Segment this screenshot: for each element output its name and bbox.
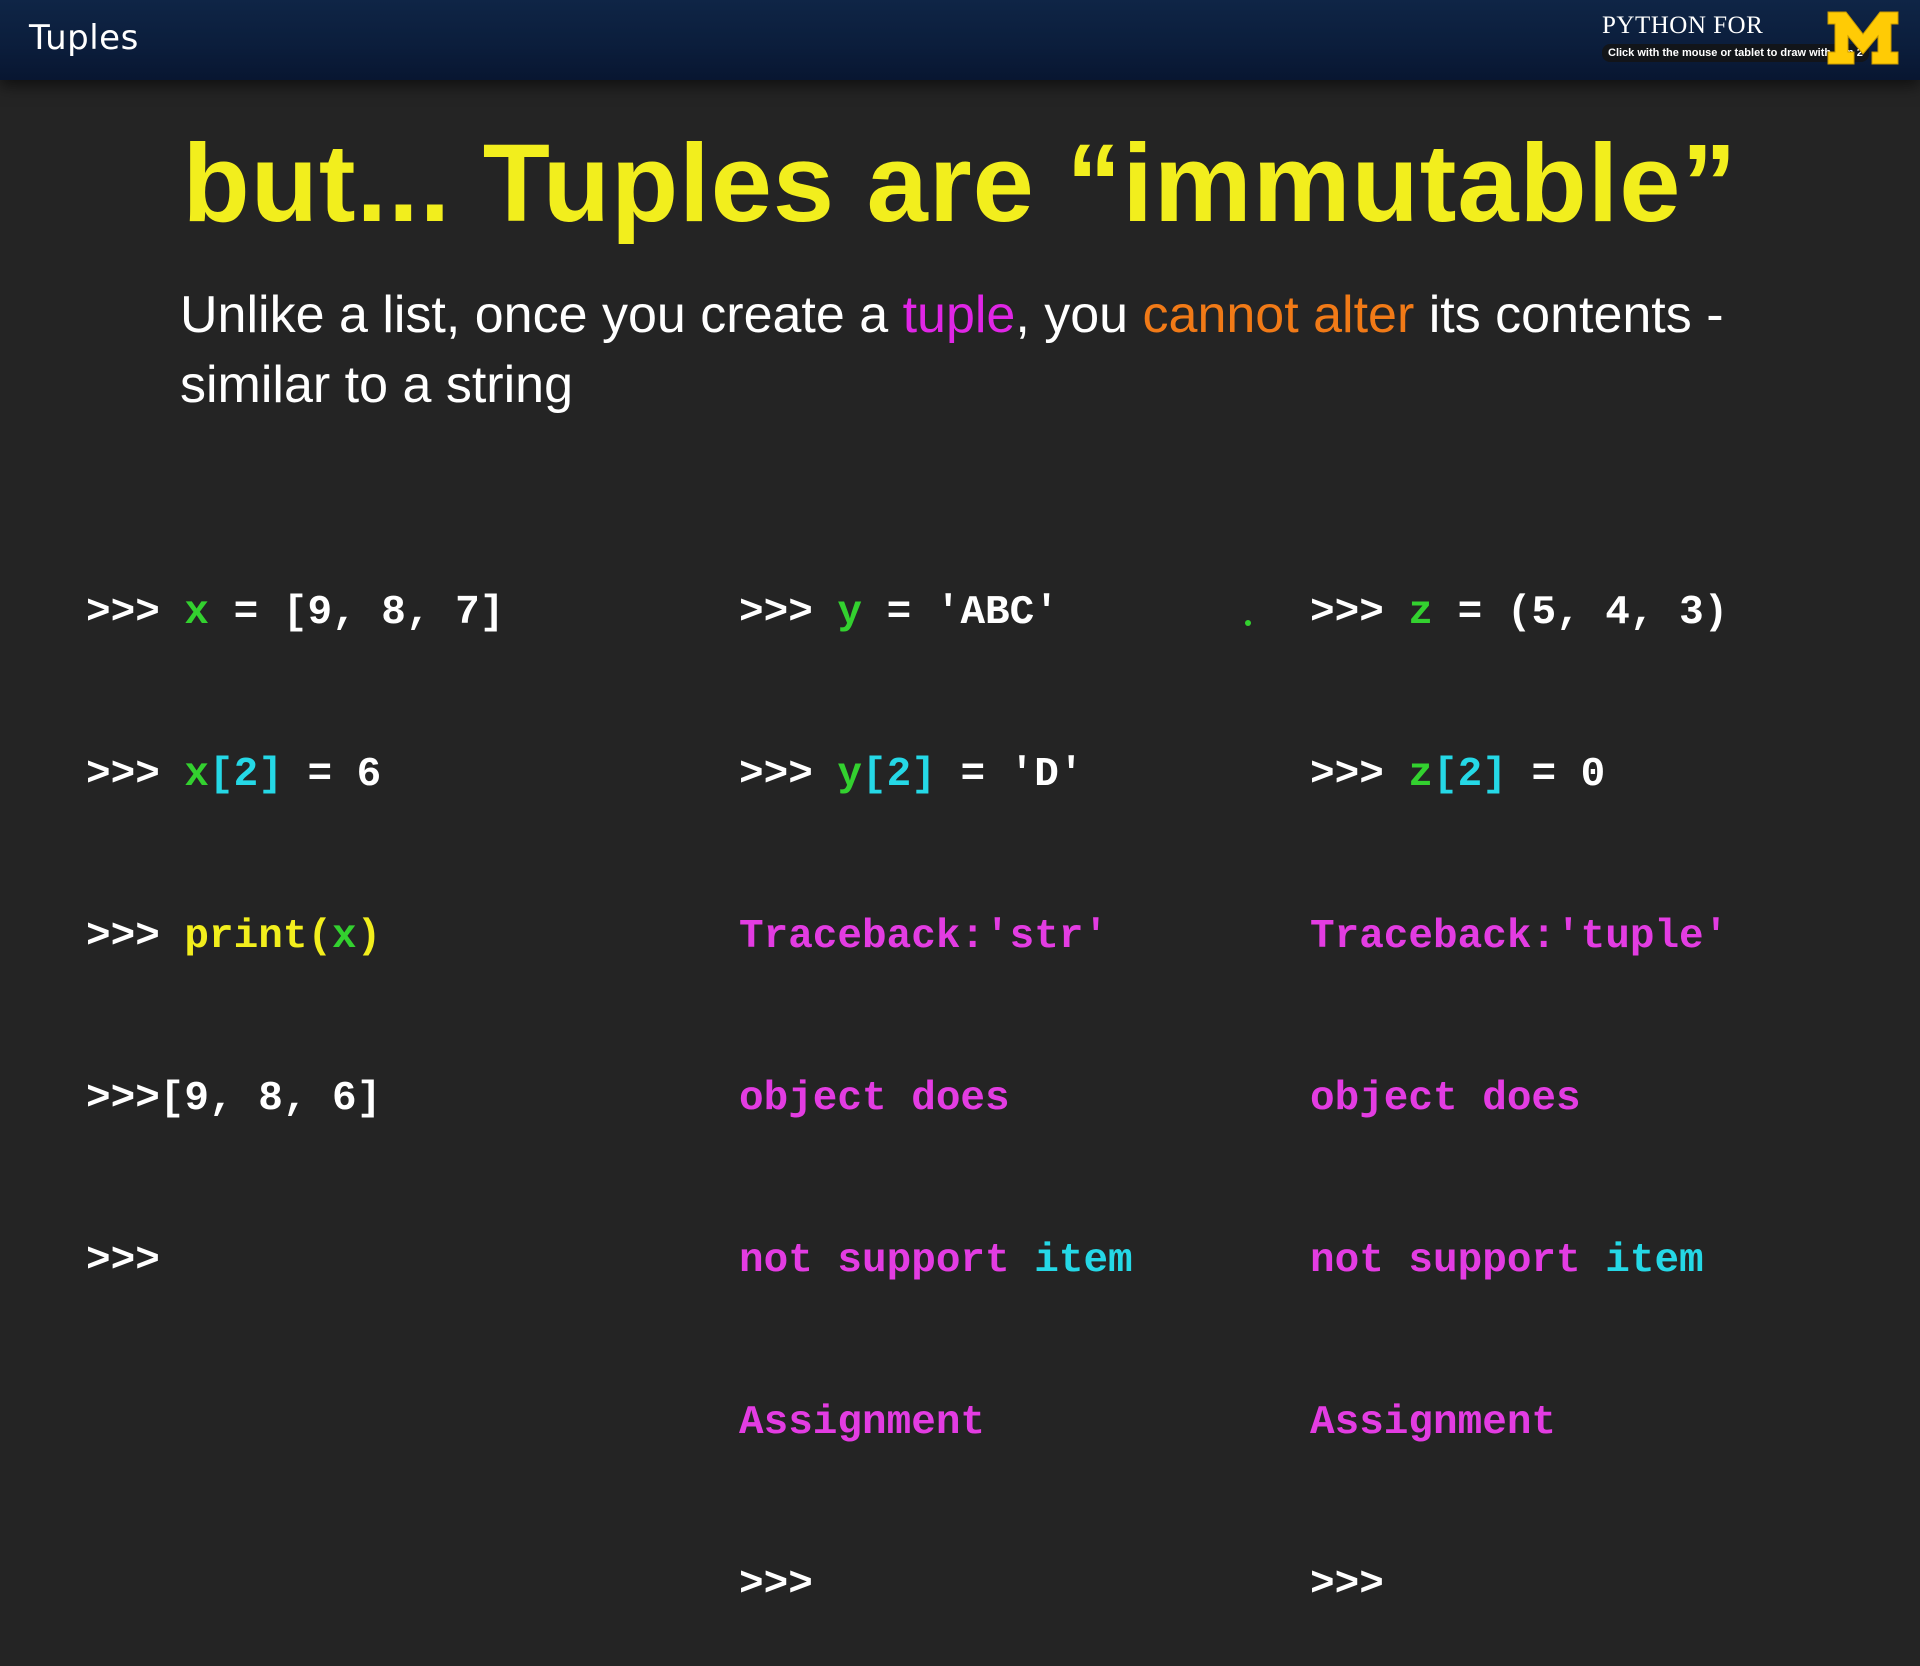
code-line: >>> x[2] = 6 bbox=[86, 752, 382, 798]
tuple-highlight: tuple bbox=[902, 286, 1016, 344]
brand-block: PYTHON FOR Click with the mouse or table… bbox=[1602, 8, 1902, 74]
code-line: >>> z[2] = 0 bbox=[1310, 752, 1606, 798]
code-line: >>> bbox=[739, 1562, 813, 1608]
top-bar: Tuples PYTHON FOR Click with the mouse o… bbox=[0, 0, 1920, 80]
slide-headline: but... Tuples are “immutable” bbox=[182, 122, 1738, 245]
code-list-example: >>> x = [9, 8, 7] >>> x[2] = 6 >>> print… bbox=[86, 478, 504, 1342]
topic-title: Tuples bbox=[29, 18, 139, 58]
brand-text: PYTHON FOR bbox=[1602, 12, 1764, 39]
code-line: Assignment bbox=[1310, 1400, 1557, 1446]
code-line: >>> bbox=[86, 1238, 160, 1284]
subtitle-text-2: , you bbox=[1015, 286, 1143, 344]
slide-subtitle: Unlike a list, once you create a tuple, … bbox=[180, 280, 1800, 420]
code-line: >>> z = (5, 4, 3) bbox=[1310, 590, 1729, 636]
code-line: >>> y = 'ABC' bbox=[739, 590, 1059, 636]
code-line: not support item bbox=[739, 1238, 1133, 1284]
code-line: >>> y[2] = 'D' bbox=[739, 752, 1084, 798]
code-line: Assignment bbox=[739, 1400, 986, 1446]
code-string-example: >>> y = 'ABC' >>> y[2] = 'D' Traceback:'… bbox=[739, 478, 1133, 1666]
cannot-alter-highlight: cannot alter bbox=[1142, 286, 1415, 344]
code-line: not support item bbox=[1310, 1238, 1704, 1284]
code-line: >>> print(x) bbox=[86, 914, 382, 960]
subtitle-text-1: Unlike a list, once you create a bbox=[180, 286, 903, 344]
code-line: Traceback:'tuple' bbox=[1310, 914, 1729, 960]
code-line: >>> x = [9, 8, 7] bbox=[86, 590, 505, 636]
code-line: object does bbox=[1310, 1076, 1581, 1122]
pen-dot bbox=[1245, 620, 1251, 626]
code-line: object does bbox=[739, 1076, 1010, 1122]
block-m-logo-icon bbox=[1827, 11, 1899, 65]
code-line: >>> bbox=[1310, 1562, 1384, 1608]
code-line: Traceback:'str' bbox=[739, 914, 1109, 960]
code-line: >>>[9, 8, 6] bbox=[86, 1076, 382, 1122]
code-tuple-example: >>> z = (5, 4, 3) >>> z[2] = 0 Traceback… bbox=[1310, 478, 1728, 1666]
